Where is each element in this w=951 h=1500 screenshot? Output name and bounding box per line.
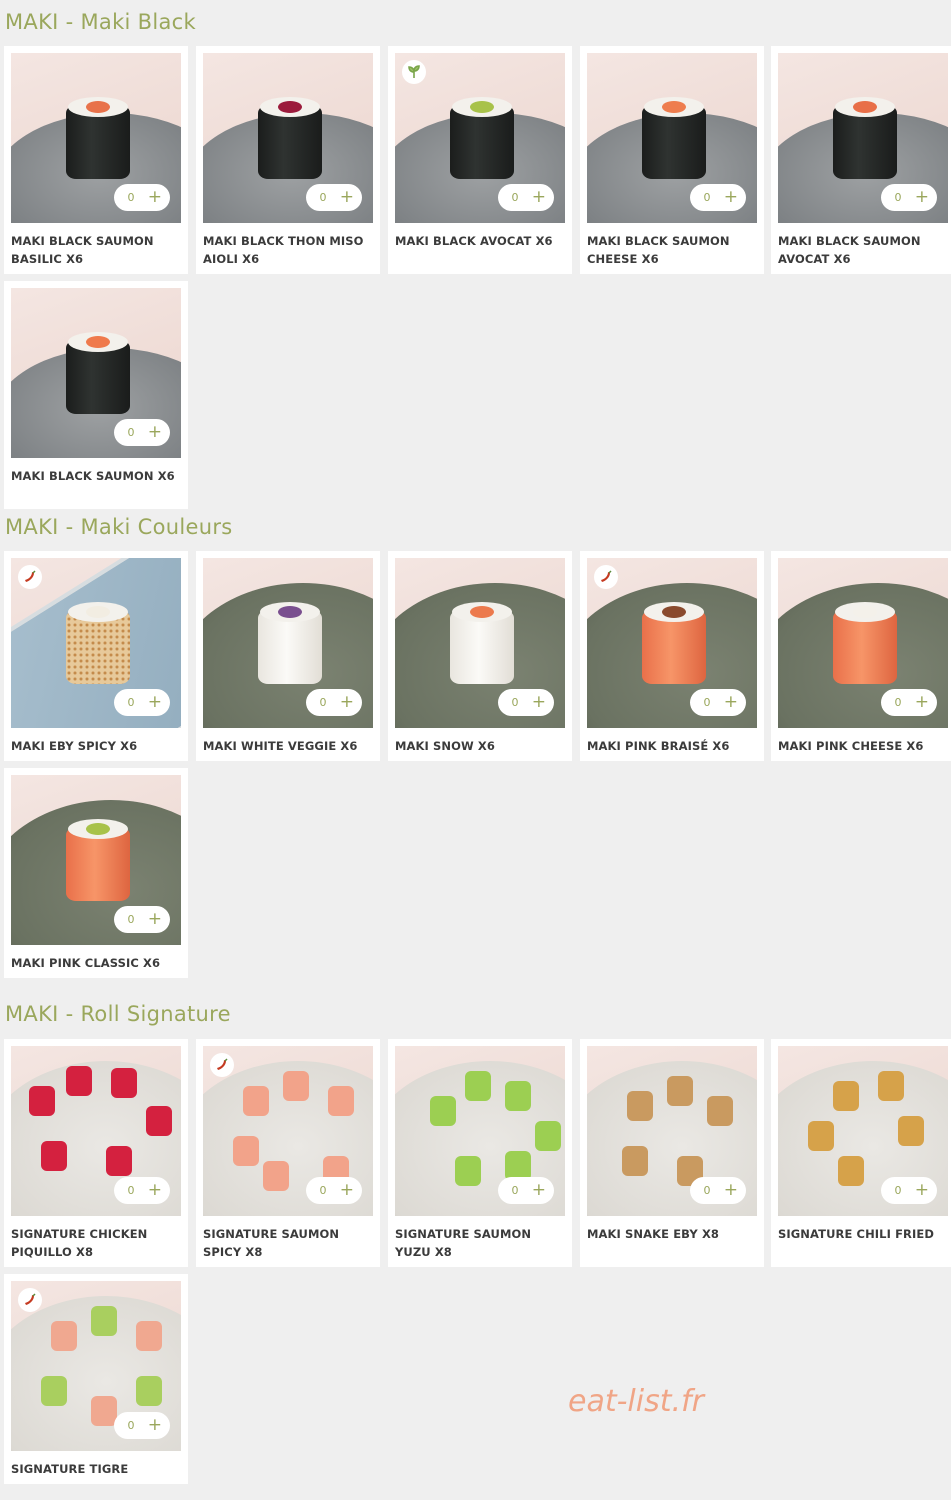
- quantity-value: 0: [127, 1419, 135, 1432]
- quantity-stepper[interactable]: 0 +: [114, 184, 170, 211]
- product-name: SIGNATURE TIGRE: [11, 1462, 129, 1476]
- plus-icon[interactable]: +: [340, 189, 354, 206]
- quantity-stepper[interactable]: 0 +: [114, 419, 170, 446]
- quantity-stepper[interactable]: 0 +: [498, 689, 554, 716]
- plus-icon[interactable]: +: [532, 189, 546, 206]
- quantity-stepper[interactable]: 0 +: [114, 689, 170, 716]
- plus-icon[interactable]: +: [915, 189, 929, 206]
- plus-icon[interactable]: +: [148, 911, 162, 928]
- quantity-value: 0: [127, 696, 135, 709]
- quantity-stepper[interactable]: 0 +: [114, 1177, 170, 1204]
- plus-icon[interactable]: +: [340, 694, 354, 711]
- quantity-stepper[interactable]: 0 +: [498, 184, 554, 211]
- leaf-icon: [402, 60, 426, 84]
- product-card[interactable]: 0 + MAKI BLACK AVOCAT X6: [388, 46, 572, 274]
- section-title-maki-black: MAKI - Maki Black: [5, 10, 196, 34]
- quantity-value: 0: [511, 191, 519, 204]
- plus-icon[interactable]: +: [532, 694, 546, 711]
- product-card[interactable]: 0 + MAKI EBY SPICY X6: [4, 551, 188, 761]
- product-name: MAKI PINK CHEESE X6: [778, 739, 924, 753]
- quantity-stepper[interactable]: 0 +: [690, 1177, 746, 1204]
- quantity-stepper[interactable]: 0 +: [306, 184, 362, 211]
- product-card[interactable]: 0 + MAKI PINK CLASSIC X6: [4, 768, 188, 978]
- quantity-stepper[interactable]: 0 +: [114, 1412, 170, 1439]
- quantity-value: 0: [894, 191, 902, 204]
- plus-icon[interactable]: +: [915, 694, 929, 711]
- plus-icon[interactable]: +: [148, 189, 162, 206]
- quantity-stepper[interactable]: 0 +: [306, 1177, 362, 1204]
- quantity-stepper[interactable]: 0 +: [690, 184, 746, 211]
- plus-icon[interactable]: +: [724, 1182, 738, 1199]
- product-card[interactable]: 0 + SIGNATURE TIGRE: [4, 1274, 188, 1484]
- quantity-value: 0: [703, 191, 711, 204]
- product-name: SIGNATURE SAUMON YUZU X8: [395, 1227, 532, 1259]
- quantity-value: 0: [894, 1184, 902, 1197]
- quantity-stepper[interactable]: 0 +: [881, 1177, 937, 1204]
- product-card[interactable]: 0 + MAKI WHITE VEGGIE X6: [196, 551, 380, 761]
- product-card[interactable]: 0 + MAKI BLACK SAUMON BASILIC X6: [4, 46, 188, 274]
- quantity-value: 0: [319, 1184, 327, 1197]
- product-card[interactable]: 0 + MAKI BLACK SAUMON CHEESE X6: [580, 46, 764, 274]
- chili-icon: [18, 1288, 42, 1312]
- quantity-value: 0: [703, 1184, 711, 1197]
- quantity-value: 0: [319, 191, 327, 204]
- product-name: MAKI EBY SPICY X6: [11, 739, 138, 753]
- quantity-stepper[interactable]: 0 +: [114, 906, 170, 933]
- quantity-stepper[interactable]: 0 +: [881, 689, 937, 716]
- plus-icon[interactable]: +: [148, 1182, 162, 1199]
- quantity-value: 0: [127, 426, 135, 439]
- plus-icon[interactable]: +: [724, 694, 738, 711]
- plus-icon[interactable]: +: [532, 1182, 546, 1199]
- product-card[interactable]: 0 + MAKI PINK CHEESE X6: [771, 551, 951, 761]
- plus-icon[interactable]: +: [340, 1182, 354, 1199]
- quantity-value: 0: [894, 696, 902, 709]
- product-name: MAKI SNOW X6: [395, 739, 495, 753]
- section-title-maki-couleurs: MAKI - Maki Couleurs: [5, 515, 233, 539]
- chili-icon: [18, 565, 42, 589]
- quantity-value: 0: [319, 696, 327, 709]
- product-card[interactable]: 0 + SIGNATURE SAUMON YUZU X8: [388, 1039, 572, 1267]
- quantity-value: 0: [511, 696, 519, 709]
- product-name: MAKI BLACK SAUMON X6: [11, 469, 175, 483]
- product-name: MAKI BLACK SAUMON CHEESE X6: [587, 234, 730, 266]
- quantity-stepper[interactable]: 0 +: [881, 184, 937, 211]
- product-name: SIGNATURE CHICKEN PIQUILLO X8: [11, 1227, 148, 1259]
- product-name: MAKI BLACK THON MISO AIOLI X6: [203, 234, 364, 266]
- quantity-value: 0: [511, 1184, 519, 1197]
- product-name: MAKI BLACK SAUMON BASILIC X6: [11, 234, 154, 266]
- product-card[interactable]: 0 + SIGNATURE CHILI FRIED: [771, 1039, 951, 1267]
- product-name: SIGNATURE CHILI FRIED: [778, 1227, 934, 1241]
- quantity-value: 0: [127, 1184, 135, 1197]
- product-card[interactable]: 0 + SIGNATURE CHICKEN PIQUILLO X8: [4, 1039, 188, 1267]
- product-card[interactable]: 0 + MAKI SNOW X6: [388, 551, 572, 761]
- plus-icon[interactable]: +: [148, 424, 162, 441]
- product-name: MAKI BLACK SAUMON AVOCAT X6: [778, 234, 921, 266]
- plus-icon[interactable]: +: [148, 1417, 162, 1434]
- product-name: MAKI SNAKE EBY X8: [587, 1227, 720, 1241]
- plus-icon[interactable]: +: [724, 189, 738, 206]
- plus-icon[interactable]: +: [148, 694, 162, 711]
- product-name: MAKI PINK CLASSIC X6: [11, 956, 161, 970]
- quantity-value: 0: [127, 191, 135, 204]
- product-card[interactable]: 0 + MAKI BLACK SAUMON AVOCAT X6: [771, 46, 951, 274]
- chili-icon: [210, 1053, 234, 1077]
- quantity-stepper[interactable]: 0 +: [690, 689, 746, 716]
- section-title-roll-signature: MAKI - Roll Signature: [5, 1002, 231, 1026]
- quantity-value: 0: [127, 913, 135, 926]
- quantity-value: 0: [703, 696, 711, 709]
- product-name: MAKI BLACK AVOCAT X6: [395, 234, 553, 248]
- product-name: MAKI PINK BRAISÉ X6: [587, 739, 730, 753]
- product-name: SIGNATURE SAUMON SPICY X8: [203, 1227, 340, 1259]
- chili-icon: [594, 565, 618, 589]
- quantity-stepper[interactable]: 0 +: [498, 1177, 554, 1204]
- product-name: MAKI WHITE VEGGIE X6: [203, 739, 358, 753]
- product-card[interactable]: 0 + MAKI BLACK SAUMON X6: [4, 281, 188, 509]
- product-card[interactable]: 0 + SIGNATURE SAUMON SPICY X8: [196, 1039, 380, 1267]
- quantity-stepper[interactable]: 0 +: [306, 689, 362, 716]
- plus-icon[interactable]: +: [915, 1182, 929, 1199]
- watermark: eat-list.fr: [568, 1384, 704, 1419]
- product-card[interactable]: 0 + MAKI SNAKE EBY X8: [580, 1039, 764, 1267]
- product-card[interactable]: 0 + MAKI BLACK THON MISO AIOLI X6: [196, 46, 380, 274]
- product-card[interactable]: 0 + MAKI PINK BRAISÉ X6: [580, 551, 764, 761]
